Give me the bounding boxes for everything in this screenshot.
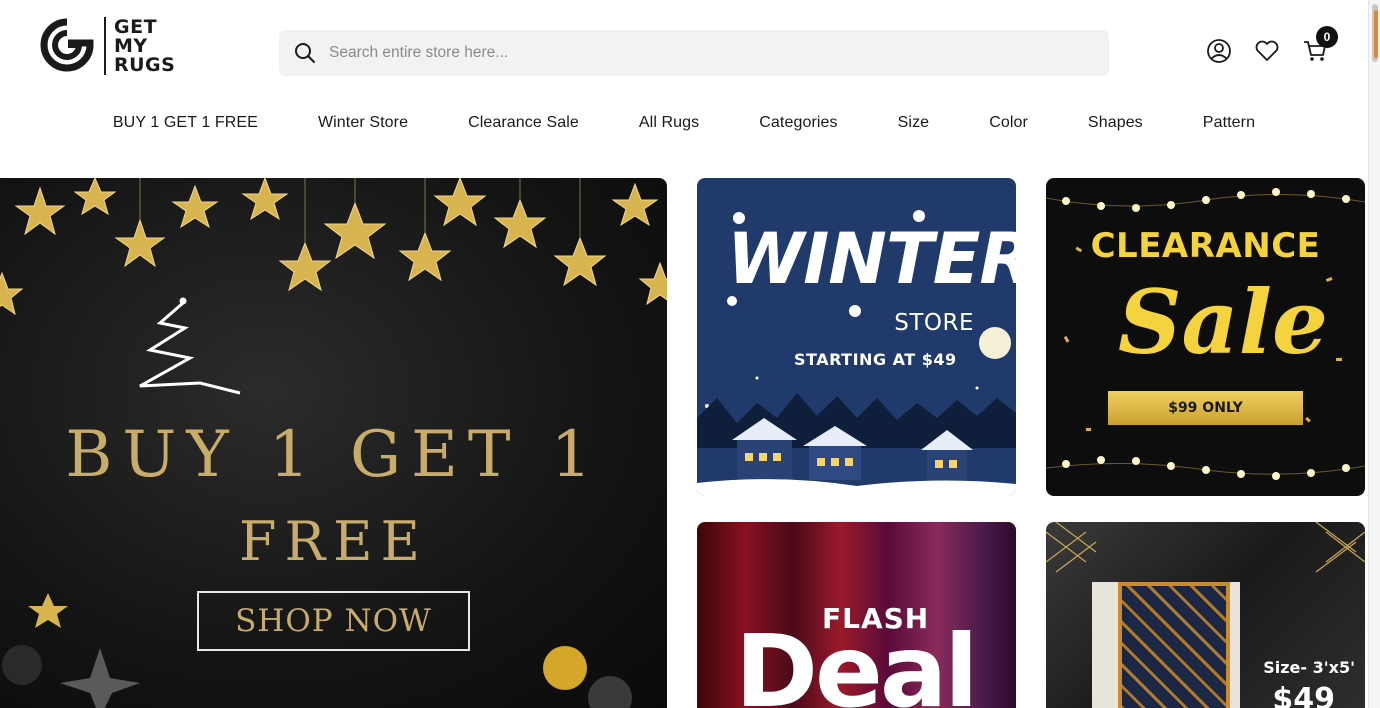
nav-item-color[interactable]: Color xyxy=(959,110,1058,136)
hero-banner[interactable]: BUY 1 GET 1 FREE SHOP NOW xyxy=(0,178,667,708)
flash-deal-banner[interactable]: FLASH Deal xyxy=(697,522,1016,708)
nav-item-winter-store[interactable]: Winter Store xyxy=(288,110,438,136)
winter-store-banner[interactable]: WINTER STORE STARTING AT $49 xyxy=(697,178,1016,496)
logo-divider xyxy=(104,17,106,75)
winter-title: WINTER xyxy=(727,218,1016,300)
header-icons: 0 xyxy=(1206,26,1338,64)
winter-subtitle: STORE xyxy=(894,310,974,336)
rug-price-label: $49 xyxy=(1272,682,1335,708)
search-icon[interactable] xyxy=(293,41,317,65)
hero-headline-line-1: BUY 1 GET 1 xyxy=(65,418,602,492)
scrollbar-indicator xyxy=(1374,10,1378,58)
rug-size-label: Size- 3'x5' xyxy=(1263,658,1355,677)
shop-now-button[interactable]: SHOP NOW xyxy=(197,591,470,651)
hero-headline-line-2: FREE xyxy=(239,510,428,573)
cart-count-badge: 0 xyxy=(1316,26,1338,48)
logo-line-3: RUGS xyxy=(114,53,176,76)
nav-item-buy-1-get-1-free[interactable]: BUY 1 GET 1 FREE xyxy=(83,110,288,136)
search-input[interactable] xyxy=(329,44,1089,62)
logo-mark-icon xyxy=(40,18,94,72)
clearance-title: CLEARANCE xyxy=(1090,226,1321,266)
deal-label: Deal xyxy=(735,613,979,708)
nav-item-shapes[interactable]: Shapes xyxy=(1058,110,1173,136)
nav-item-categories[interactable]: Categories xyxy=(729,110,867,136)
user-icon[interactable] xyxy=(1206,38,1232,64)
page-scrollbar[interactable] xyxy=(1368,0,1380,708)
clearance-sale-banner[interactable]: CLEARANCE Sale $99 ONLY xyxy=(1046,178,1365,496)
rug-product-image xyxy=(1118,582,1230,708)
rug-deal-banner[interactable]: Size- 3'x5' $49 xyxy=(1046,522,1365,708)
main-nav: BUY 1 GET 1 FREE Winter Store Clearance … xyxy=(0,110,1368,136)
logo-line-2: MY xyxy=(114,34,148,57)
clearance-price-ribbon: $99 ONLY xyxy=(1108,391,1303,425)
logo-line-1: GET xyxy=(114,15,158,38)
clearance-script-text: Sale xyxy=(1118,270,1328,374)
nav-item-clearance-sale[interactable]: Clearance Sale xyxy=(438,110,609,136)
nav-item-pattern[interactable]: Pattern xyxy=(1173,110,1285,136)
brand-logo[interactable]: GET MY RUGS xyxy=(38,14,188,78)
nav-item-all-rugs[interactable]: All Rugs xyxy=(609,110,729,136)
search-bar[interactable] xyxy=(279,30,1109,76)
winter-price: STARTING AT $49 xyxy=(794,350,957,369)
cart-button[interactable]: 0 xyxy=(1302,26,1338,64)
logo-wordmark: GET MY RUGS xyxy=(114,15,176,76)
heart-icon[interactable] xyxy=(1254,38,1280,64)
site-header: GET MY RUGS 0 xyxy=(0,0,1368,100)
nav-item-size[interactable]: Size xyxy=(868,110,960,136)
